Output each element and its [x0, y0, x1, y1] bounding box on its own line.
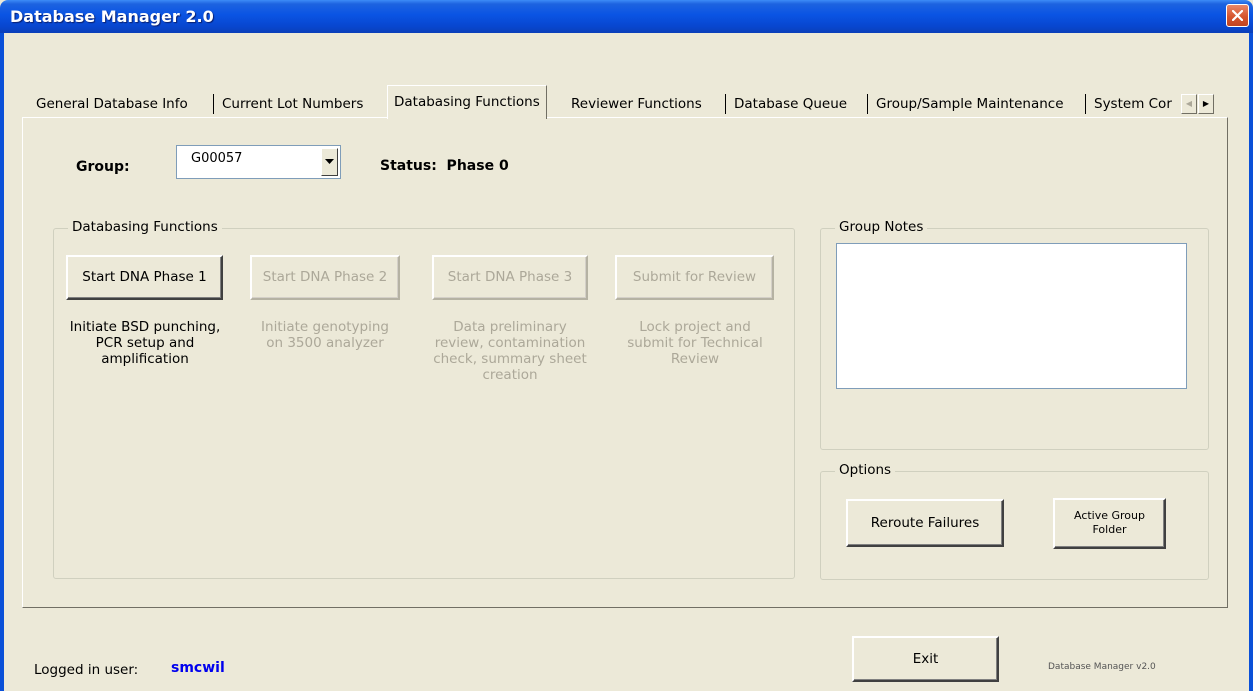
- window-frame-right: [1249, 33, 1253, 691]
- status-text: Status: Phase 0: [380, 158, 509, 174]
- tab-group-sample-maintenance[interactable]: Group/Sample Maintenance: [870, 91, 1070, 118]
- options-title: Options: [835, 462, 896, 478]
- review-desc-line: Lock project and: [639, 319, 751, 335]
- phase-1-description: Initiate BSD punching, PCR setup and amp…: [60, 319, 230, 367]
- window-frame-left: [0, 33, 4, 691]
- group-notes-title: Group Notes: [835, 219, 928, 235]
- logged-in-label: Logged in user:: [34, 662, 139, 678]
- logged-in-user: smcwil: [171, 660, 225, 676]
- reroute-failures-button[interactable]: Reroute Failures: [846, 499, 1004, 547]
- tab-separator: [867, 94, 868, 114]
- tab-database-queue[interactable]: Database Queue: [728, 91, 853, 118]
- phase-3-desc-line: creation: [482, 367, 538, 383]
- active-group-folder-button[interactable]: Active Group Folder: [1053, 498, 1166, 549]
- tab-general-database-info[interactable]: General Database Info: [30, 91, 194, 118]
- group-select-value: G00057: [191, 151, 243, 166]
- active-group-folder-label: Active Group: [1073, 509, 1145, 522]
- review-description: Lock project and submit for Technical Re…: [610, 319, 780, 367]
- chevron-down-icon: [325, 159, 334, 164]
- tab-scroll-right-icon[interactable]: ▶: [1198, 94, 1214, 114]
- tab-current-lot-numbers[interactable]: Current Lot Numbers: [216, 91, 369, 118]
- tab-separator: [1085, 94, 1086, 114]
- phase-2-desc-line: on 3500 analyzer: [266, 335, 384, 351]
- tab-separator: [213, 94, 214, 114]
- tab-system-config[interactable]: System Cor: [1088, 91, 1178, 118]
- title-bar[interactable]: Database Manager 2.0: [0, 0, 1253, 33]
- phase-1-desc-line: Initiate BSD punching,: [69, 319, 221, 335]
- group-label: Group:: [76, 159, 130, 175]
- review-desc-line: submit for Technical: [627, 335, 763, 351]
- start-dna-phase-2-button[interactable]: Start DNA Phase 2: [250, 255, 400, 300]
- dropdown-button[interactable]: [321, 148, 338, 176]
- start-dna-phase-3-button[interactable]: Start DNA Phase 3: [432, 255, 588, 300]
- version-label: Database Manager v2.0: [1048, 662, 1156, 672]
- review-desc-line: Review: [670, 351, 720, 367]
- tab-databasing-functions[interactable]: Databasing Functions: [387, 85, 547, 119]
- phase-3-desc-line: Data preliminary: [453, 319, 567, 335]
- close-icon: [1232, 10, 1243, 21]
- group-notes-textarea[interactable]: [836, 243, 1187, 389]
- phase-2-description: Initiate genotyping on 3500 analyzer: [245, 319, 405, 351]
- start-dna-phase-1-button[interactable]: Start DNA Phase 1: [66, 255, 223, 300]
- group-select[interactable]: G00057: [176, 145, 341, 179]
- close-button[interactable]: [1226, 4, 1249, 27]
- submit-for-review-button[interactable]: Submit for Review: [615, 255, 774, 300]
- phase-1-desc-line: PCR setup and: [95, 335, 195, 351]
- exit-button[interactable]: Exit: [852, 636, 999, 682]
- active-group-folder-label: Folder: [1092, 523, 1127, 536]
- phase-3-desc-line: check, summary sheet: [433, 351, 587, 367]
- window-title: Database Manager 2.0: [10, 7, 214, 26]
- tab-scroll-left-icon[interactable]: ◀: [1181, 94, 1197, 114]
- phase-3-desc-line: review, contamination: [434, 335, 586, 351]
- tab-reviewer-functions[interactable]: Reviewer Functions: [565, 91, 708, 118]
- phase-1-desc-line: amplification: [101, 351, 189, 367]
- tab-separator: [725, 94, 726, 114]
- phase-3-description: Data preliminary review, contamination c…: [425, 319, 595, 383]
- phase-2-desc-line: Initiate genotyping: [261, 319, 389, 335]
- databasing-functions-title: Databasing Functions: [68, 219, 222, 235]
